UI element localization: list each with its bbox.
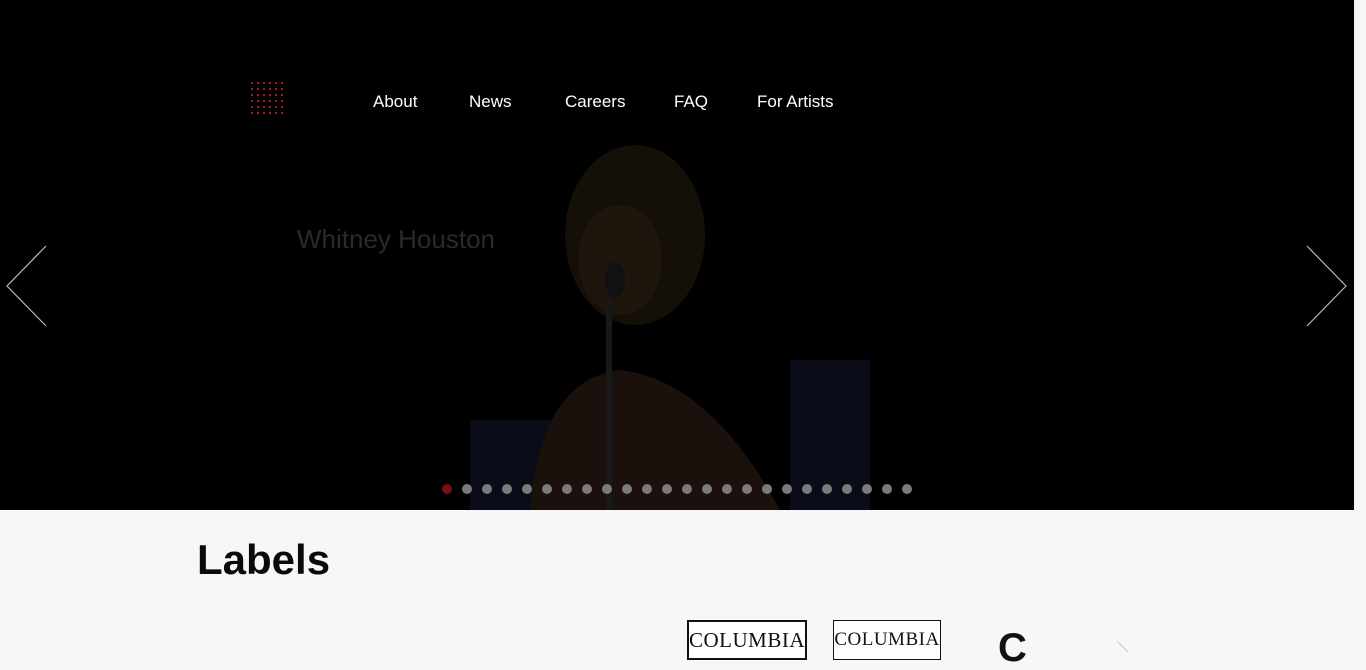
carousel-dot[interactable] [682,484,692,494]
carousel-dot[interactable] [562,484,572,494]
carousel-dot[interactable] [662,484,672,494]
nav-for-artists[interactable]: For Artists [757,92,834,112]
carousel-dot[interactable] [502,484,512,494]
hero-carousel: About News Careers FAQ For Artists Whitn… [0,0,1354,510]
carousel-dot[interactable] [542,484,552,494]
carousel-dot[interactable] [442,484,452,494]
labels-heading: Labels [197,536,331,583]
nav-about[interactable]: About [373,92,417,112]
carousel-pagination [442,484,912,494]
carousel-dot[interactable] [762,484,772,494]
chevron-right-icon[interactable] [1116,640,1130,654]
carousel-dot[interactable] [482,484,492,494]
carousel-dot[interactable] [582,484,592,494]
carousel-dot[interactable] [782,484,792,494]
carousel-dot[interactable] [862,484,872,494]
carousel-dot[interactable] [462,484,472,494]
carousel-dot[interactable] [822,484,832,494]
performer-image [470,145,870,510]
chevron-right-icon[interactable] [1306,245,1348,327]
carousel-dot[interactable] [702,484,712,494]
chevron-left-icon[interactable] [5,245,47,327]
scrollbar-track [1354,0,1366,510]
carousel-dot[interactable] [522,484,532,494]
nav-news[interactable]: News [469,92,512,112]
nav-careers[interactable]: Careers [565,92,625,112]
carousel-dot[interactable] [622,484,632,494]
carousel-dot[interactable] [742,484,752,494]
carousel-dot[interactable] [722,484,732,494]
carousel-dot[interactable] [902,484,912,494]
carousel-dot[interactable] [882,484,892,494]
label-logo-text: COLUMBIA [834,629,940,650]
label-logo-columbia[interactable]: COLUMBIA [687,620,807,660]
carousel-dot[interactable] [802,484,812,494]
label-logo-partial[interactable]: C [998,628,1027,668]
slide-title[interactable]: Whitney Houston [297,224,495,255]
label-logo-text: COLUMBIA [689,627,806,652]
carousel-dot[interactable] [602,484,612,494]
carousel-dot[interactable] [842,484,852,494]
nav-faq[interactable]: FAQ [674,92,708,112]
label-logo-columbia-alt[interactable]: COLUMBIA [833,620,941,660]
carousel-dot[interactable] [642,484,652,494]
site-logo[interactable] [249,80,289,116]
